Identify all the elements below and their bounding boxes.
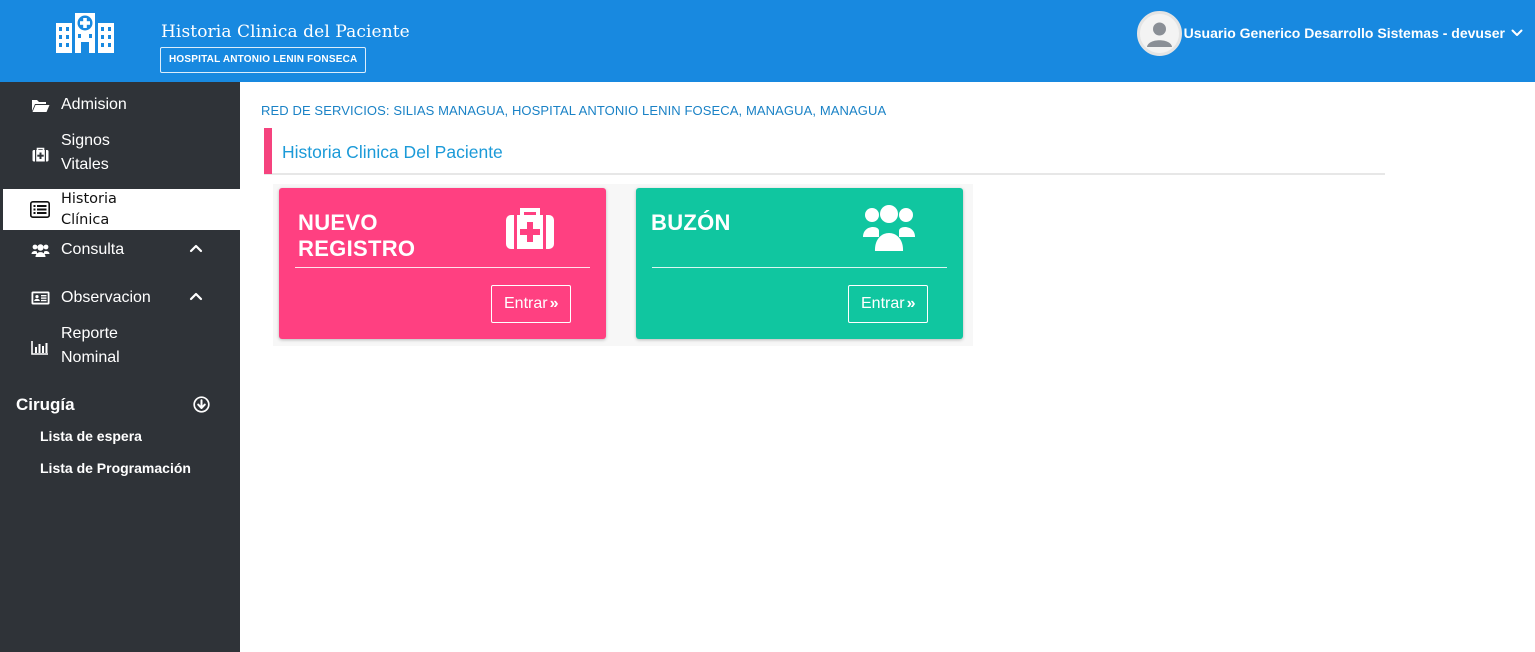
entrar-button[interactable]: Entrar » xyxy=(491,285,572,323)
sidebar-item-observacion[interactable]: Observacion xyxy=(0,285,240,311)
sidebar-item-signos-vitales[interactable]: Signos Vitales xyxy=(0,128,240,178)
user-avatar-icon xyxy=(1136,10,1182,56)
top-navbar: Historia Clinica del Paciente HOSPITAL A… xyxy=(0,0,1535,82)
entrar-button-label: Entrar xyxy=(861,295,905,312)
page-header: Historia Clinica Del Paciente xyxy=(264,128,1385,175)
sidebar-item-label-line2: Nominal xyxy=(61,349,120,366)
sidebar-item-label-line1: Historia xyxy=(61,191,117,207)
page-header-accent-bar xyxy=(264,128,272,174)
chevron-up-icon xyxy=(189,244,203,253)
app-title: Historia Clinica del Paciente xyxy=(161,22,410,42)
hospital-badge: HOSPITAL ANTONIO LENIN FONSECA xyxy=(160,47,367,73)
sidebar-item-admision[interactable]: Admision xyxy=(0,92,240,118)
id-card-icon xyxy=(30,289,50,307)
link-lista-de-programacion[interactable]: Lista de Programación xyxy=(40,460,191,476)
cards-container: NUEVO REGISTRO Entrar » BUZÓN Entrar » xyxy=(273,184,973,346)
card-nuevo-registro: NUEVO REGISTRO Entrar » xyxy=(279,188,606,339)
sidebar-item-label: Consulta xyxy=(61,241,125,258)
sidebar-item-reporte-nominal[interactable]: Reporte Nominal xyxy=(0,321,240,371)
sidebar-item-label-line1: Reporte xyxy=(61,325,118,342)
entrar-button[interactable]: Entrar » xyxy=(848,285,929,323)
users-icon xyxy=(863,205,915,251)
card-divider xyxy=(295,267,590,268)
medkit-icon xyxy=(506,208,554,249)
users-icon xyxy=(30,241,50,259)
red-servicios-text: RED DE SERVICIOS: SILIAS MANAGUA, HOSPIT… xyxy=(261,103,887,118)
sidebar-item-label-line2: Clínica xyxy=(61,212,110,228)
chevron-down-icon xyxy=(1511,29,1523,36)
folder-open-icon xyxy=(30,96,50,114)
bar-chart-icon xyxy=(30,338,50,356)
sidebar-item-label-line2: Vitales xyxy=(61,156,109,173)
list-alt-icon xyxy=(30,200,50,218)
chevron-up-icon xyxy=(189,292,203,301)
page-title: Historia Clinica Del Paciente xyxy=(282,142,503,162)
sidebar-item-label: Admision xyxy=(61,96,127,113)
sidebar-item-label: Observacion xyxy=(61,289,151,306)
sidebar-item-historia-clinica[interactable]: Historia Clínica xyxy=(3,189,240,230)
card-title-line2: REGISTRO xyxy=(298,236,416,261)
sidebar-item-consulta[interactable]: Consulta xyxy=(0,237,240,263)
card-divider xyxy=(652,267,947,268)
arrow-circle-down-icon[interactable] xyxy=(193,396,210,413)
card-buzon: BUZÓN Entrar » xyxy=(636,188,963,339)
card-title: BUZÓN xyxy=(651,210,731,236)
link-lista-de-espera[interactable]: Lista de espera xyxy=(40,428,142,444)
double-chevron-right-icon: » xyxy=(906,295,916,312)
entrar-button-label: Entrar xyxy=(504,295,548,312)
card-title-line1: BUZÓN xyxy=(651,210,731,235)
card-title-line1: NUEVO xyxy=(298,210,378,235)
section-title-cirugia: Cirugía xyxy=(16,395,75,414)
card-title: NUEVO REGISTRO xyxy=(298,210,415,262)
double-chevron-right-icon: » xyxy=(549,295,559,312)
sidebar: Admision Signos Vitales Historia Clínica… xyxy=(0,82,240,652)
sidebar-item-label-line1: Signos xyxy=(61,132,110,149)
hospital-logo-icon[interactable] xyxy=(54,11,116,55)
user-menu[interactable]: Usuario Generico Desarrollo Sistemas - d… xyxy=(1136,10,1523,56)
user-name: Usuario Generico Desarrollo Sistemas - d… xyxy=(1183,25,1505,41)
medkit-icon xyxy=(30,145,50,163)
